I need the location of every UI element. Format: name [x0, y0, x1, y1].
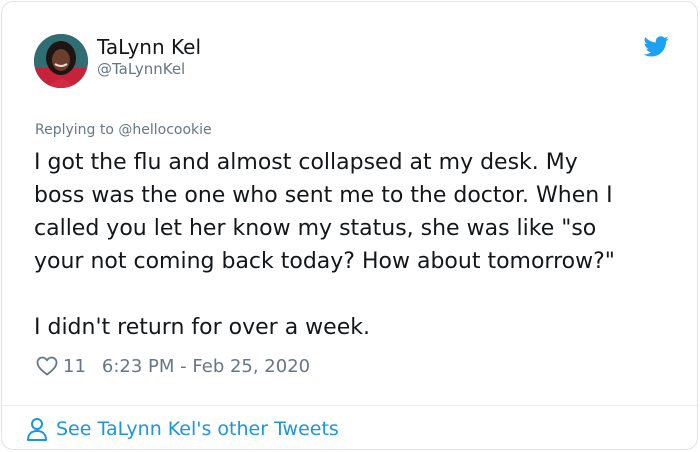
tweet-body: I got the flu and almost collapsed at my…: [34, 146, 684, 344]
person-outline-icon: [27, 418, 47, 441]
author-avatar[interactable]: [34, 34, 88, 88]
tweet-body-line: called you let her know my status, she w…: [34, 216, 597, 241]
twitter-bird-icon[interactable]: [644, 36, 669, 57]
replying-to-mention[interactable]: @hellocookie: [118, 122, 211, 138]
tweet-meta: 11 6:23 PM - Feb 25, 2020: [35, 353, 310, 379]
tweet-card: TaLynn Kel @TaLynnKel Replying to @hello…: [1, 1, 698, 450]
tweet-timestamp[interactable]: 6:23 PM - Feb 25, 2020: [102, 356, 310, 377]
author-name[interactable]: TaLynn Kel: [97, 35, 201, 59]
tweet-body-line: I didn't return for over a week.: [34, 315, 370, 340]
tweet-body-line: I got the flu and almost collapsed at my…: [34, 150, 578, 175]
footer-divider: [2, 405, 697, 406]
see-other-tweets-label: See TaLynn Kel's other Tweets: [56, 418, 339, 440]
see-other-tweets-link[interactable]: See TaLynn Kel's other Tweets: [26, 415, 339, 443]
author-handle[interactable]: @TaLynnKel: [97, 60, 185, 78]
like-count[interactable]: 11: [63, 356, 86, 377]
avatar-image: [34, 34, 88, 88]
tweet-body-line: boss was the one who sent me to the doct…: [34, 183, 613, 208]
replying-to-line: Replying to @hellocookie: [35, 122, 212, 138]
heart-outline-icon[interactable]: [35, 354, 59, 378]
tweet-body-line: your not coming back today? How about to…: [34, 249, 615, 274]
replying-prefix: Replying to: [35, 122, 114, 138]
